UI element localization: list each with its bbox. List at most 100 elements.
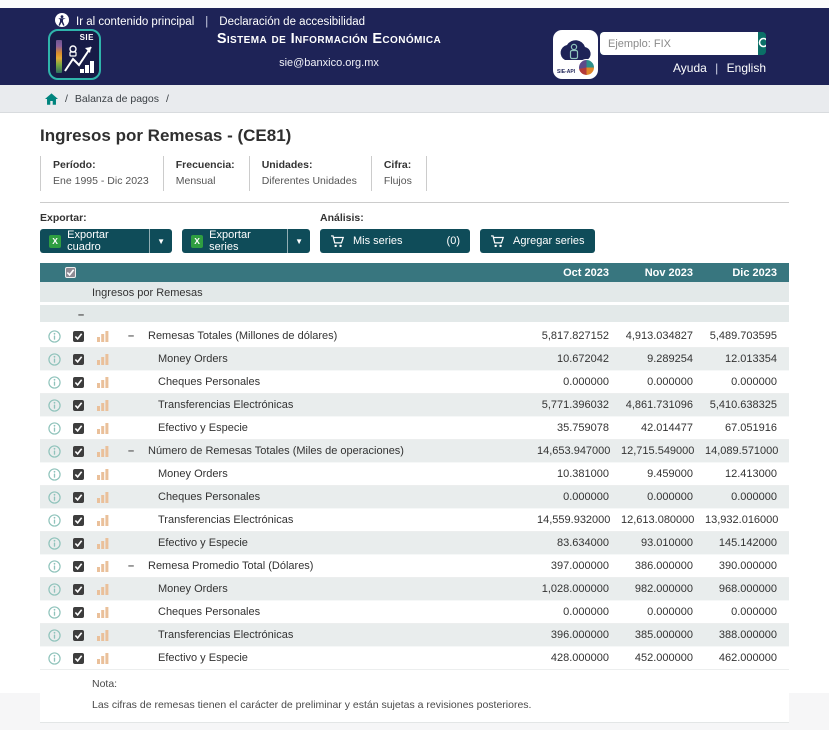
mis-series-button[interactable]: Mis series (0) xyxy=(320,229,470,253)
row-label[interactable]: Cheques Personales xyxy=(158,491,260,503)
row-checkbox[interactable] xyxy=(73,399,84,411)
info-icon[interactable] xyxy=(48,352,61,366)
row-checkbox[interactable] xyxy=(73,353,84,365)
row-label[interactable]: Transferencias Electrónicas xyxy=(158,399,293,411)
row-checkbox[interactable] xyxy=(73,560,84,572)
chart-icon[interactable] xyxy=(97,376,109,388)
english-link[interactable]: English xyxy=(727,61,766,75)
collapse-toggle[interactable]: – xyxy=(126,445,136,457)
data-table: Oct 2023 Nov 2023 Dic 2023 Ingresos por … xyxy=(40,263,789,723)
info-icon[interactable] xyxy=(48,536,61,550)
chart-icon[interactable] xyxy=(97,652,109,664)
info-icon[interactable] xyxy=(48,444,61,458)
row-label[interactable]: Money Orders xyxy=(158,353,228,365)
meta-frecuencia: Frecuencia: Mensual xyxy=(162,156,249,191)
chart-icon[interactable] xyxy=(97,629,109,641)
row-label-cell: Transferencias Electrónicas xyxy=(40,394,537,416)
info-icon[interactable] xyxy=(48,467,61,481)
exportar-cuadro-button[interactable]: X Exportar cuadro ▼ xyxy=(40,229,173,253)
row-label[interactable]: Money Orders xyxy=(158,583,228,595)
column-header-dic[interactable]: Dic 2023 xyxy=(705,267,789,279)
row-label[interactable]: Efectivo y Especie xyxy=(158,652,248,664)
info-icon[interactable] xyxy=(48,421,61,435)
collapse-toggle[interactable]: – xyxy=(126,560,136,572)
value-nov: 0.000000 xyxy=(647,491,693,503)
exportar-series-dropdown[interactable]: ▼ xyxy=(287,229,310,253)
row-label-cell: Transferencias Electrónicas xyxy=(40,509,537,531)
row-label[interactable]: Efectivo y Especie xyxy=(158,422,248,434)
row-checkbox[interactable] xyxy=(73,376,84,388)
chart-icon[interactable] xyxy=(97,445,109,457)
info-icon[interactable] xyxy=(48,559,61,573)
chart-icon[interactable] xyxy=(97,491,109,503)
row-checkbox[interactable] xyxy=(73,606,84,618)
sie-logo[interactable]: SIE xyxy=(48,29,101,80)
skip-link[interactable]: Ir al contenido principal xyxy=(76,16,194,28)
value-oct: 396.000000 xyxy=(550,629,609,641)
row-checkbox[interactable] xyxy=(73,514,84,526)
table-row: – Remesa Promedio Total (Dólares) 397.0000… xyxy=(40,555,789,578)
exportar-cuadro-dropdown[interactable]: ▼ xyxy=(149,229,172,253)
sie-api-logo[interactable]: SIE-API xyxy=(553,30,598,79)
row-checkbox[interactable] xyxy=(73,422,84,434)
info-icon[interactable] xyxy=(48,490,61,504)
collapse-all-toggle[interactable]: – xyxy=(40,305,789,325)
breadcrumb-link-balanza[interactable]: Balanza de pagos xyxy=(75,93,159,105)
row-label[interactable]: Transferencias Electrónicas xyxy=(158,629,293,641)
row-label-cell: Efectivo y Especie xyxy=(40,417,537,439)
ayuda-link[interactable]: Ayuda xyxy=(673,61,707,75)
chart-icon[interactable] xyxy=(97,353,109,365)
chart-icon[interactable] xyxy=(97,537,109,549)
info-icon[interactable] xyxy=(48,628,61,642)
exportar-series-button[interactable]: X Exportar series ▼ xyxy=(182,229,310,253)
home-icon[interactable] xyxy=(45,92,58,105)
search-button[interactable] xyxy=(758,32,766,55)
chart-icon[interactable] xyxy=(97,514,109,526)
value-oct: 5,771.396032 xyxy=(541,399,609,411)
chart-icon[interactable] xyxy=(97,330,109,342)
info-icon[interactable] xyxy=(48,651,61,665)
row-checkbox[interactable] xyxy=(73,652,84,664)
meta-periodo: Período: Ene 1995 - Dic 2023 xyxy=(40,156,163,191)
value-nov: 9.459000 xyxy=(647,468,693,480)
row-checkbox[interactable] xyxy=(73,537,84,549)
info-icon[interactable] xyxy=(48,375,61,389)
info-icon[interactable] xyxy=(48,605,61,619)
row-checkbox[interactable] xyxy=(73,445,84,457)
accessibility-icon xyxy=(55,13,69,30)
chart-icon[interactable] xyxy=(97,422,109,434)
info-icon[interactable] xyxy=(48,582,61,596)
chart-icon[interactable] xyxy=(97,399,109,411)
agregar-series-button[interactable]: Agregar series xyxy=(480,229,595,253)
row-checkbox[interactable] xyxy=(73,491,84,503)
row-checkbox[interactable] xyxy=(73,629,84,641)
row-label[interactable]: Cheques Personales xyxy=(158,606,260,618)
accessibility-link[interactable]: Declaración de accesibilidad xyxy=(219,16,365,28)
row-checkbox[interactable] xyxy=(73,583,84,595)
row-label[interactable]: Efectivo y Especie xyxy=(158,537,248,549)
info-icon[interactable] xyxy=(48,398,61,412)
row-label[interactable]: Remesas Totales (Millones de dólares) xyxy=(148,330,337,342)
value-nov: 386.000000 xyxy=(634,560,693,572)
info-icon[interactable] xyxy=(48,513,61,527)
chart-icon[interactable] xyxy=(97,606,109,618)
column-header-oct[interactable]: Oct 2023 xyxy=(537,267,621,279)
row-checkbox[interactable] xyxy=(73,330,84,342)
row-label[interactable]: Money Orders xyxy=(158,468,228,480)
info-icon[interactable] xyxy=(48,329,61,343)
contact-email[interactable]: sie@banxico.org.mx xyxy=(168,57,490,69)
column-header-nov[interactable]: Nov 2023 xyxy=(621,267,705,279)
select-all-checkbox[interactable] xyxy=(65,267,76,278)
row-label[interactable]: Cheques Personales xyxy=(158,376,260,388)
collapse-toggle[interactable]: – xyxy=(126,330,136,342)
chart-icon[interactable] xyxy=(97,560,109,572)
value-dic: 462.000000 xyxy=(718,652,777,664)
row-checkbox[interactable] xyxy=(73,468,84,480)
row-label[interactable]: Número de Remesas Totales (Miles de oper… xyxy=(148,445,404,457)
value-nov: 452.000000 xyxy=(634,652,693,664)
chart-icon[interactable] xyxy=(97,468,109,480)
row-label[interactable]: Transferencias Electrónicas xyxy=(158,514,293,526)
row-label[interactable]: Remesa Promedio Total (Dólares) xyxy=(148,560,313,572)
chart-icon[interactable] xyxy=(97,583,109,595)
search-input[interactable] xyxy=(600,32,758,55)
